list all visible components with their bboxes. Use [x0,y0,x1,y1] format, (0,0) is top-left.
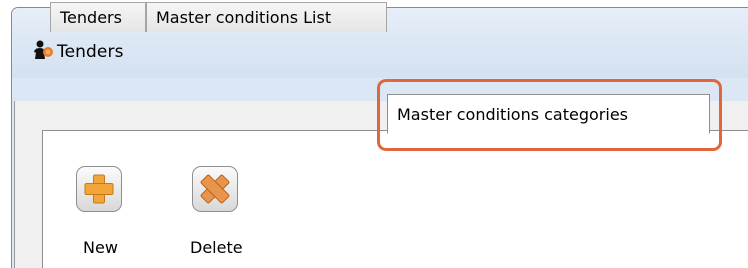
new-button[interactable] [76,166,122,212]
tab-panel [42,130,748,268]
new-button-label: New [83,238,118,257]
plus-icon [84,174,114,204]
x-icon [200,174,230,204]
app-icon [34,40,53,59]
tab-master-conditions-categories[interactable]: Master conditions categories [387,94,710,134]
tab-tenders[interactable]: Tenders [50,2,146,32]
tab-tenders-label: Tenders [60,8,122,27]
delete-button[interactable] [192,166,238,212]
screenshot-canvas: Tenders Tenders Master conditions List M… [0,0,748,268]
window-title: Tenders [57,42,124,62]
tab-master-conditions-categories-label: Master conditions categories [397,105,628,124]
tab-master-conditions-list[interactable]: Master conditions List [146,2,387,32]
tab-master-conditions-list-label: Master conditions List [156,8,332,27]
delete-button-label: Delete [190,238,243,257]
